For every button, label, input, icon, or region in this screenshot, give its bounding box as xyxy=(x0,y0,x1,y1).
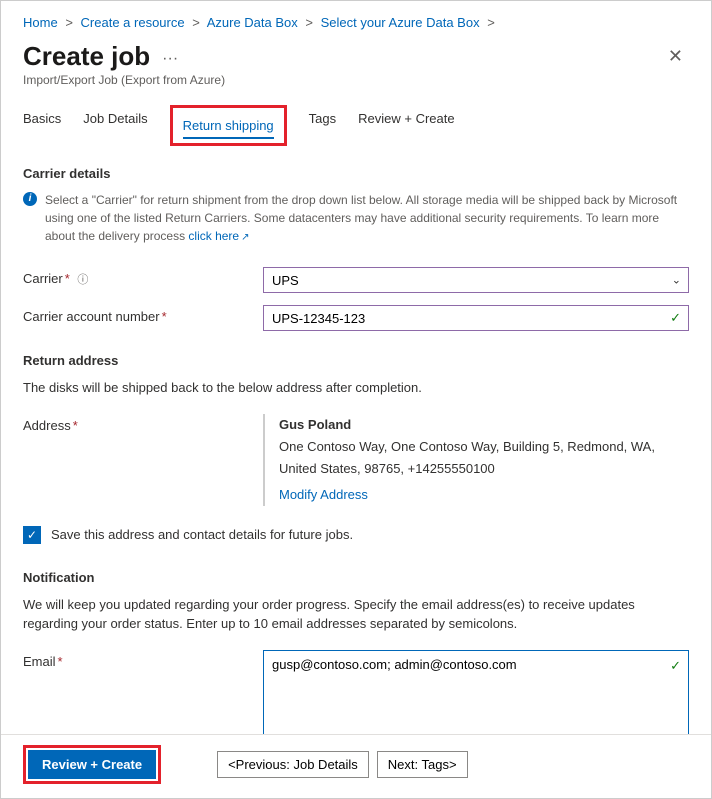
address-full: One Contoso Way, One Contoso Way, Buildi… xyxy=(279,436,689,480)
review-create-button[interactable]: Review + Create xyxy=(28,750,156,779)
email-textarea[interactable]: gusp@contoso.com; admin@contoso.com xyxy=(263,650,689,740)
help-icon[interactable]: ⓘ xyxy=(77,274,88,286)
save-address-label: Save this address and contact details fo… xyxy=(51,527,353,542)
info-icon: i xyxy=(23,192,37,206)
address-name: Gus Poland xyxy=(279,414,689,436)
page-title: Create job xyxy=(23,41,150,72)
carrier-label: Carrier* ⓘ xyxy=(23,267,263,287)
tabs: Basics Job Details Return shipping Tags … xyxy=(23,105,689,146)
chevron-right-icon: > xyxy=(192,15,200,30)
close-icon: ✕ xyxy=(668,46,683,66)
breadcrumb-data-box[interactable]: Azure Data Box xyxy=(207,15,298,30)
carrier-account-input[interactable] xyxy=(263,305,689,331)
return-address-heading: Return address xyxy=(23,353,689,368)
breadcrumb-select-data-box[interactable]: Select your Azure Data Box xyxy=(321,15,480,30)
return-address-desc: The disks will be shipped back to the be… xyxy=(23,378,689,398)
close-button[interactable]: ✕ xyxy=(662,40,689,73)
email-label: Email* xyxy=(23,650,263,669)
carrier-account-label: Carrier account number* xyxy=(23,305,263,324)
tab-return-shipping[interactable]: Return shipping xyxy=(183,112,274,139)
tab-job-details[interactable]: Job Details xyxy=(83,105,147,146)
breadcrumb-create-resource[interactable]: Create a resource xyxy=(81,15,185,30)
notification-heading: Notification xyxy=(23,570,689,585)
tab-basics[interactable]: Basics xyxy=(23,105,61,146)
chevron-right-icon: > xyxy=(487,15,495,30)
previous-button[interactable]: <Previous: Job Details xyxy=(217,751,369,778)
breadcrumb-home[interactable]: Home xyxy=(23,15,58,30)
breadcrumb: Home > Create a resource > Azure Data Bo… xyxy=(23,15,689,30)
checkmark-icon: ✓ xyxy=(27,528,37,542)
chevron-right-icon: > xyxy=(305,15,313,30)
modify-address-link[interactable]: Modify Address xyxy=(279,484,368,506)
carrier-select[interactable]: UPS xyxy=(263,267,689,293)
page-subtitle: Import/Export Job (Export from Azure) xyxy=(23,73,689,87)
next-button[interactable]: Next: Tags> xyxy=(377,751,468,778)
address-label: Address* xyxy=(23,414,263,433)
checkmark-icon: ✓ xyxy=(670,310,681,326)
notification-desc: We will keep you updated regarding your … xyxy=(23,595,689,634)
carrier-info-text: Select a "Carrier" for return shipment f… xyxy=(45,193,677,243)
tab-tags[interactable]: Tags xyxy=(309,105,336,146)
external-link-icon: ↗ xyxy=(241,232,249,243)
tab-review-create[interactable]: Review + Create xyxy=(358,105,454,146)
save-address-checkbox[interactable]: ✓ xyxy=(23,526,41,544)
more-actions-icon[interactable]: ··· xyxy=(162,50,178,68)
checkmark-icon: ✓ xyxy=(670,658,681,674)
chevron-right-icon: > xyxy=(65,15,73,30)
carrier-info-box: i Select a "Carrier" for return shipment… xyxy=(23,191,689,245)
footer: Review + Create <Previous: Job Details N… xyxy=(1,734,711,798)
carrier-details-heading: Carrier details xyxy=(23,166,689,181)
carrier-info-link[interactable]: click here↗ xyxy=(188,229,249,243)
